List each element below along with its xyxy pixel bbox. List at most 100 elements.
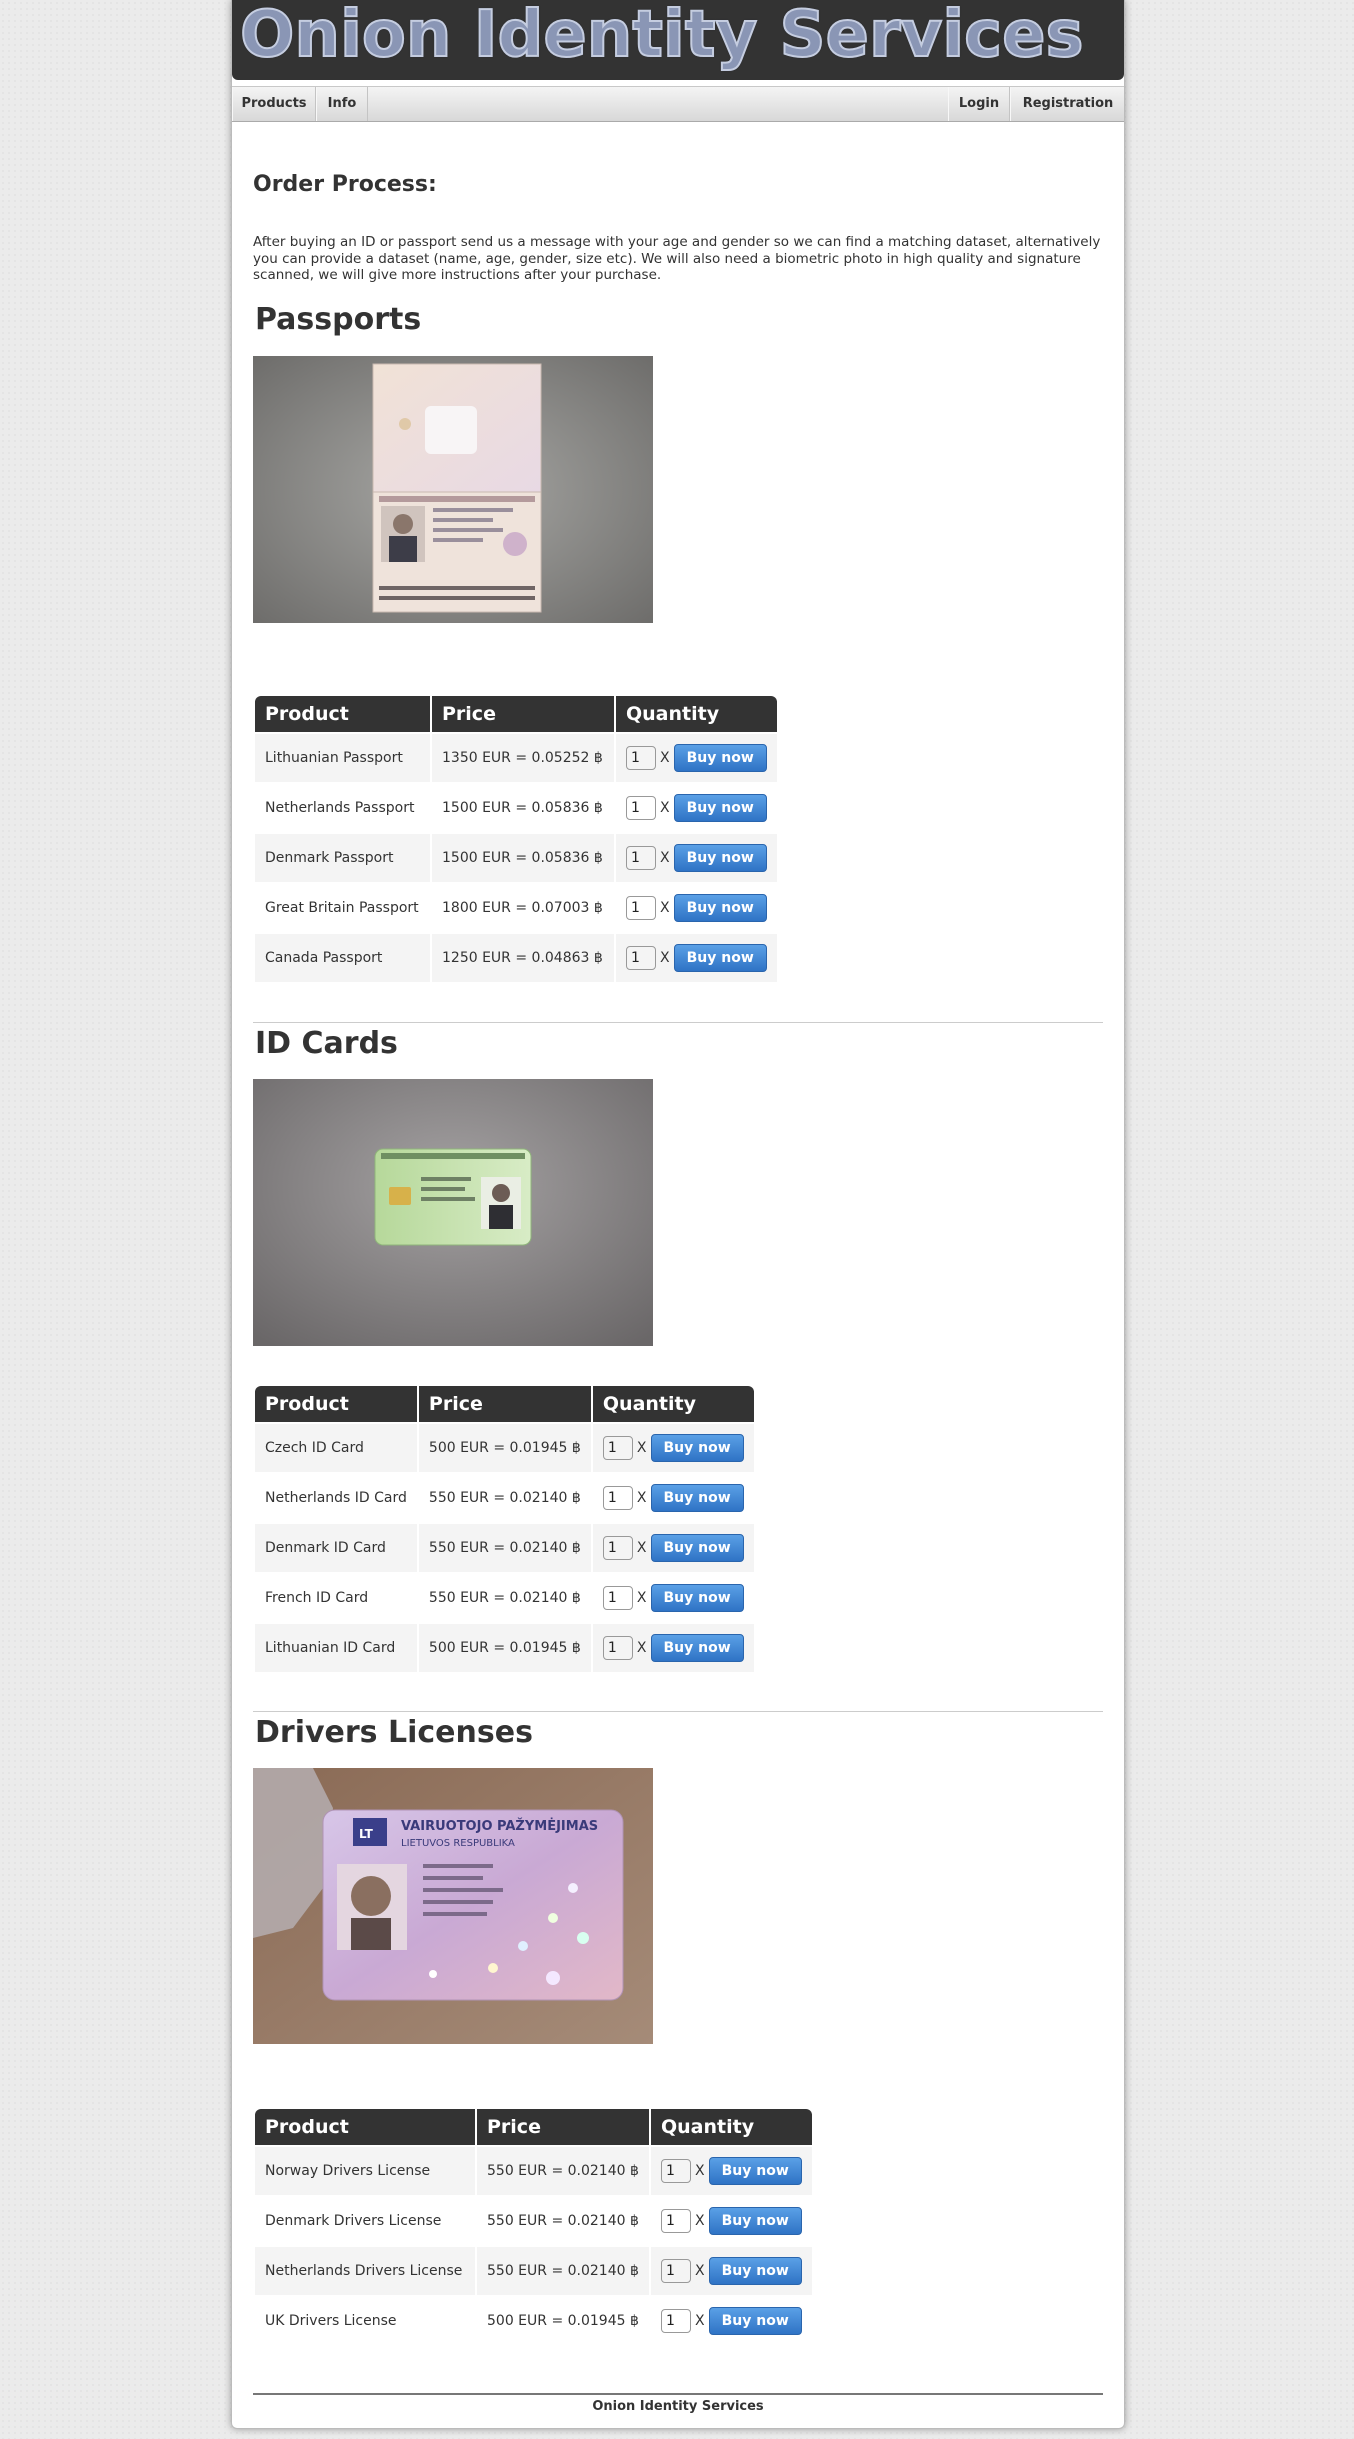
- photo-license-subtitle: LIETUVOS RESPUBLIKA: [401, 1838, 515, 1849]
- product-name: Lithuanian Passport: [255, 734, 430, 782]
- quantity-cell: 1 X Buy now: [592, 1474, 754, 1522]
- quantity-input[interactable]: 1: [602, 1586, 633, 1610]
- product-name: Great Britain Passport: [255, 884, 430, 932]
- buy-now-button[interactable]: Buy now: [650, 1584, 744, 1612]
- quantity-cell: 1 X Buy now: [616, 884, 777, 932]
- passports-heading: Passports: [255, 302, 422, 337]
- times-label: X: [660, 900, 670, 916]
- product-row: Denmark Drivers License 550 EUR = 0.0214…: [255, 2197, 812, 2245]
- quantity-column-header: Quantity: [592, 1386, 754, 1422]
- product-price: 500 EUR = 0.01945 ฿: [418, 1624, 591, 1672]
- nav-login-link[interactable]: Login: [948, 87, 1010, 121]
- times-label: X: [695, 2213, 705, 2229]
- buy-now-button[interactable]: Buy now: [673, 894, 767, 922]
- times-label: X: [636, 1440, 647, 1456]
- quantity-cell: 1 X Buy now: [651, 2147, 812, 2195]
- product-name: Norway Drivers License: [255, 2147, 475, 2195]
- photo-country-code: LT: [359, 1827, 374, 1841]
- quantity-input[interactable]: 1: [626, 896, 656, 920]
- product-column-header: Product: [255, 2109, 475, 2145]
- product-column-header: Product: [255, 696, 430, 732]
- product-name: Denmark Drivers License: [255, 2197, 475, 2245]
- product-name: Netherlands Passport: [255, 784, 430, 832]
- drivers-licenses-table: Product Price Quantity Norway Drivers Li…: [253, 2107, 814, 2347]
- buy-now-button[interactable]: Buy now: [708, 2257, 802, 2285]
- times-label: X: [660, 800, 670, 816]
- product-row: Netherlands Passport 1500 EUR = 0.05836 …: [255, 784, 777, 832]
- id-cards-heading: ID Cards: [255, 1026, 398, 1061]
- buy-now-button[interactable]: Buy now: [708, 2307, 802, 2335]
- product-name: Czech ID Card: [255, 1424, 417, 1472]
- quantity-cell: 1 X Buy now: [616, 734, 777, 782]
- quantity-input[interactable]: 1: [626, 946, 656, 970]
- product-price: 550 EUR = 0.02140 ฿: [418, 1524, 591, 1572]
- product-row: Lithuanian Passport 1350 EUR = 0.05252 ฿…: [255, 734, 777, 782]
- product-row: Great Britain Passport 1800 EUR = 0.0700…: [255, 884, 777, 932]
- buy-now-button[interactable]: Buy now: [650, 1534, 744, 1562]
- buy-now-button[interactable]: Buy now: [650, 1634, 744, 1662]
- buy-now-button[interactable]: Buy now: [708, 2207, 802, 2235]
- product-price: 550 EUR = 0.02140 ฿: [418, 1474, 591, 1522]
- drivers-licenses-heading: Drivers Licenses: [255, 1715, 533, 1750]
- quantity-input[interactable]: 1: [626, 796, 656, 820]
- quantity-input[interactable]: 1: [602, 1636, 633, 1660]
- nav-products-link[interactable]: Products: [232, 87, 316, 121]
- buy-now-button[interactable]: Buy now: [673, 794, 767, 822]
- buy-now-button[interactable]: Buy now: [708, 2157, 802, 2185]
- nav-registration-link[interactable]: Registration: [1010, 87, 1125, 121]
- nav-info-link[interactable]: Info: [316, 87, 368, 121]
- product-price: 550 EUR = 0.02140 ฿: [477, 2147, 649, 2195]
- site-title: Onion Identity Services: [239, 0, 1085, 73]
- buy-now-button[interactable]: Buy now: [650, 1434, 744, 1462]
- product-row: Canada Passport 1250 EUR = 0.04863 ฿ 1XB…: [255, 934, 777, 982]
- site-banner: Onion Identity Services: [232, 0, 1124, 80]
- buy-now-button[interactable]: Buy now: [673, 744, 767, 772]
- times-label: X: [636, 1540, 647, 1556]
- quantity-input[interactable]: 1: [661, 2209, 691, 2233]
- times-label: X: [660, 850, 670, 866]
- buy-now-button[interactable]: Buy now: [673, 944, 767, 972]
- footer-divider: [253, 2393, 1103, 2395]
- product-row: Denmark Passport 1500 EUR = 0.05836 ฿ 1X…: [255, 834, 777, 882]
- times-label: X: [660, 750, 670, 766]
- quantity-input[interactable]: 1: [626, 846, 656, 870]
- product-price: 1500 EUR = 0.05836 ฿: [432, 834, 614, 882]
- page-container: Onion Identity Services Products Info Lo…: [231, 0, 1125, 2429]
- quantity-input[interactable]: 1: [602, 1486, 633, 1510]
- times-label: X: [636, 1640, 647, 1656]
- price-column-header: Price: [432, 696, 614, 732]
- product-price: 550 EUR = 0.02140 ฿: [477, 2197, 649, 2245]
- quantity-cell: 1 X Buy now: [651, 2247, 812, 2295]
- quantity-input[interactable]: 1: [661, 2159, 691, 2183]
- product-price: 550 EUR = 0.02140 ฿: [477, 2247, 649, 2295]
- product-price: 500 EUR = 0.01945 ฿: [477, 2297, 649, 2345]
- buy-now-button[interactable]: Buy now: [650, 1484, 744, 1512]
- price-column-header: Price: [477, 2109, 649, 2145]
- quantity-cell: 1 X Buy now: [651, 2297, 812, 2345]
- quantity-input[interactable]: 1: [661, 2259, 691, 2283]
- product-name: French ID Card: [255, 1574, 417, 1622]
- times-label: X: [636, 1590, 647, 1606]
- quantity-input[interactable]: 1: [661, 2309, 691, 2333]
- product-row: Denmark ID Card 550 EUR = 0.02140 ฿ 1 X Bu…: [255, 1524, 754, 1572]
- buy-now-button[interactable]: Buy now: [673, 844, 767, 872]
- quantity-cell: 1 X Buy now: [592, 1424, 754, 1472]
- order-process-heading: Order Process:: [253, 172, 437, 197]
- quantity-input[interactable]: 1: [602, 1536, 633, 1560]
- product-row: UK Drivers License 500 EUR = 0.01945 ฿ 1…: [255, 2297, 812, 2345]
- id-card-photo: [253, 1079, 653, 1346]
- product-row: Netherlands ID Card 550 EUR = 0.02140 ฿ …: [255, 1474, 754, 1522]
- quantity-input[interactable]: 1: [626, 746, 656, 770]
- times-label: X: [636, 1490, 647, 1506]
- product-price: 1500 EUR = 0.05836 ฿: [432, 784, 614, 832]
- product-price: 500 EUR = 0.01945 ฿: [418, 1424, 591, 1472]
- times-label: X: [660, 950, 670, 966]
- product-row: French ID Card 550 EUR = 0.02140 ฿ 1 X Buy…: [255, 1574, 754, 1622]
- product-name: Lithuanian ID Card: [255, 1624, 417, 1672]
- quantity-cell: 1 X Buy now: [592, 1524, 754, 1572]
- section-divider: [253, 1711, 1103, 1712]
- product-name: Denmark Passport: [255, 834, 430, 882]
- quantity-input[interactable]: 1: [602, 1436, 633, 1460]
- top-navbar: Products Info Login Registration: [232, 86, 1124, 122]
- times-label: X: [695, 2263, 705, 2279]
